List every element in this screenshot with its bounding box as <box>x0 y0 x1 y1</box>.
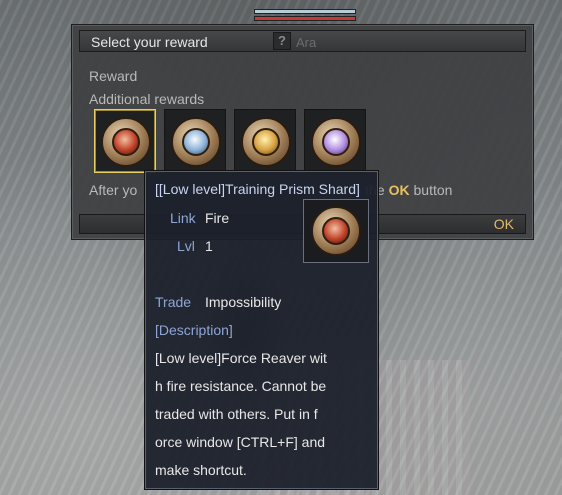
window-title: Select your reward <box>91 34 208 50</box>
link-key: Link <box>170 210 196 226</box>
reward-slot-1[interactable] <box>94 109 156 173</box>
water-prism-shard-icon <box>171 117 221 167</box>
window-titlebar[interactable]: Select your reward ? Ara <box>79 30 526 52</box>
link-value: Fire <box>205 210 230 226</box>
fire-prism-shard-icon <box>101 117 151 167</box>
level-key: Lvl <box>177 238 195 254</box>
description-heading: [Description] <box>155 322 233 338</box>
fire-prism-shard-icon <box>311 206 361 256</box>
trade-value: Impossibility <box>205 294 282 310</box>
trade-key: Trade <box>155 294 192 310</box>
description-line: traded with others. Put in f <box>155 406 318 422</box>
mana-bar <box>254 16 356 21</box>
help-icon[interactable]: ? <box>273 32 291 50</box>
health-bar <box>254 9 356 14</box>
reward-slot-3[interactable] <box>234 109 296 173</box>
ok-button-label: OK <box>493 216 514 232</box>
additional-rewards-label: Additional rewards <box>89 91 205 107</box>
arcane-prism-shard-icon <box>311 117 361 167</box>
light-prism-shard-icon <box>241 117 291 167</box>
description-line: make shortcut. <box>155 462 247 478</box>
item-name: [[Low level]Training Prism Shard] <box>155 181 360 197</box>
npc-name: Ara <box>296 35 317 50</box>
instruction-tail: button <box>413 182 453 198</box>
reward-slot-2[interactable] <box>164 109 226 173</box>
instruction-start: After yo <box>89 182 138 198</box>
instruction-ok-key: OK <box>388 182 410 198</box>
reward-slot-4[interactable] <box>304 109 366 173</box>
description-line: [Low level]Force Reaver wit <box>155 350 327 366</box>
item-tooltip: [[Low level]Training Prism Shard] Link F… <box>145 171 378 489</box>
reward-label: Reward <box>89 68 138 84</box>
description-line: h fire resistance. Cannot be <box>155 378 327 394</box>
description-line: orce window [CTRL+F] and <box>155 434 326 450</box>
item-thumbnail <box>303 199 369 263</box>
target-health-bars <box>254 9 356 23</box>
level-value: 1 <box>205 238 213 254</box>
